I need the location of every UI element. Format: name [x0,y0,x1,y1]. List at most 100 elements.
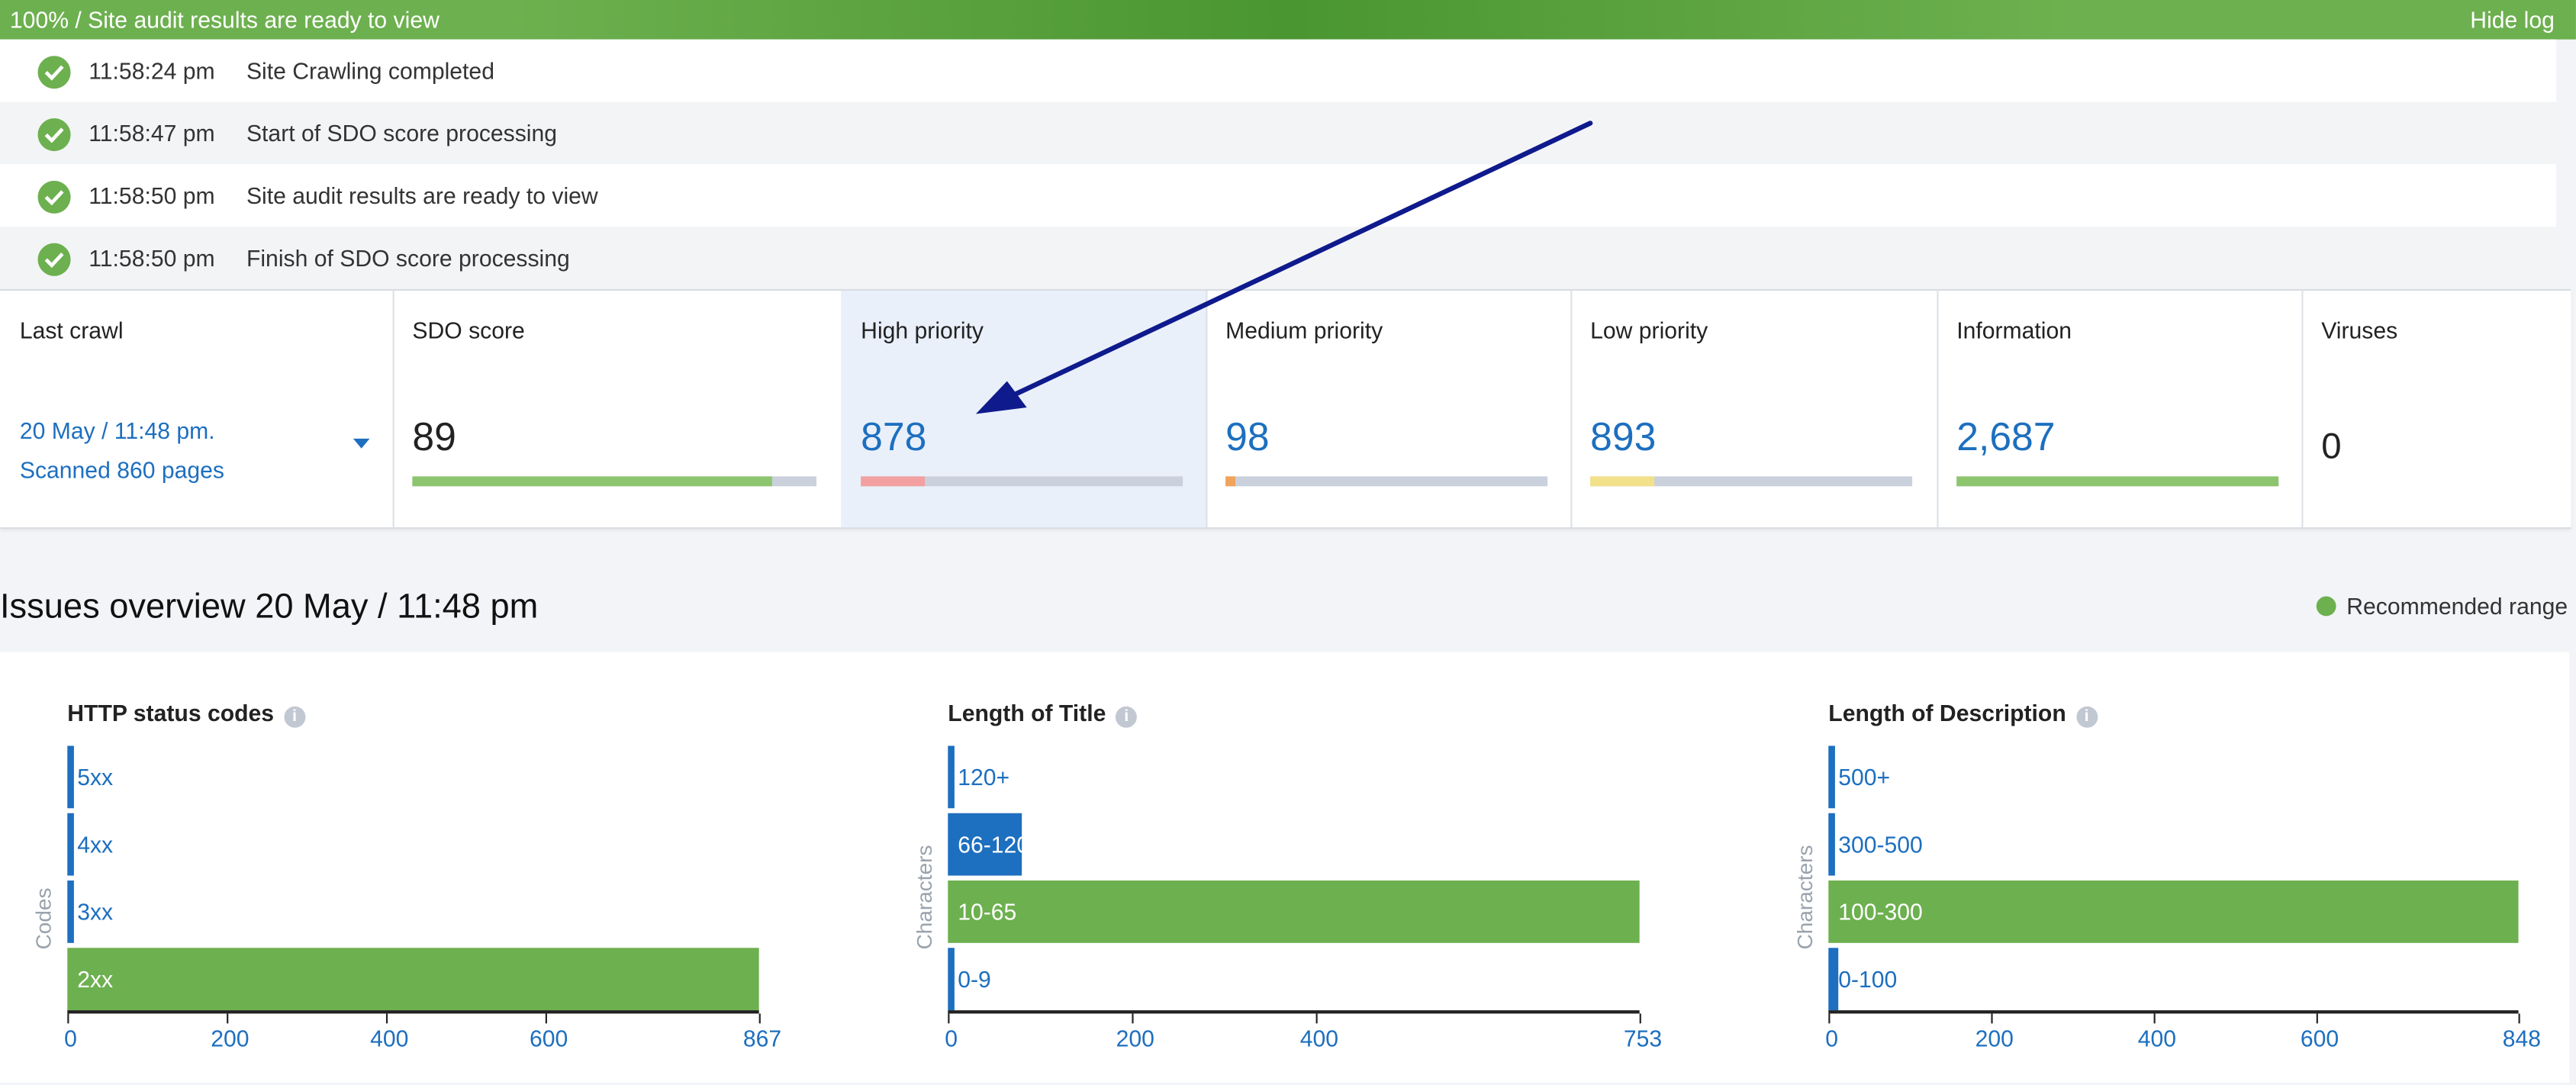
log-time: 11:58:50 pm [89,244,215,272]
x-axis [1828,1010,2519,1014]
x-tick [1639,1013,1641,1024]
y-axis-label: Characters [911,844,937,949]
bar-10-65[interactable]: 10-65 [948,881,1640,943]
viruses-value: 0 [2321,425,2342,467]
x-tick [758,1013,761,1024]
category-label: 3xx [77,898,114,926]
high-priority-bar [861,476,1183,487]
green-dot-icon [2317,596,2337,617]
check-icon [37,243,71,276]
category-label: 100-300 [1838,898,1923,926]
description-length-chart: Length of Description i Characters 500+ 300-… [1792,652,2541,1083]
progress-text: 100% / Site audit results are ready to v… [9,6,440,34]
x-tick-label: 400 [1299,1025,1339,1051]
sdo-score-cell[interactable]: SDO score 89 [393,291,843,528]
check-icon [37,56,71,89]
category-label: 0-100 [1838,965,1898,993]
x-tick-label: 200 [1975,1025,2014,1051]
bar-fill [67,745,74,809]
last-crawl-cell[interactable]: Last crawl 20 May / 11:48 pm. Scanned 86… [0,291,394,528]
category-label: 10-65 [958,898,1017,926]
x-tick [1132,1013,1134,1024]
medium-priority-bar [1225,476,1548,487]
bar-fill [67,948,759,1011]
information-cell[interactable]: Information 2,687 [1937,291,2304,528]
bar-2xx[interactable]: 2xx [67,948,759,1011]
log-row: 11:58:24 pm Site Crawling completed [0,40,2556,102]
log-message: Site audit results are ready to view [246,182,598,209]
x-tick-label: 200 [1116,1025,1154,1051]
viruses-label: Viruses [2321,317,2398,343]
bar-fill [67,881,74,943]
bar-0-9[interactable]: 0-9 [948,948,1639,1011]
x-tick [67,1013,69,1024]
info-icon[interactable]: i [2075,706,2098,728]
hide-log-button[interactable]: Hide log [2470,7,2555,33]
medium-priority-cell[interactable]: Medium priority 98 [1206,291,1573,528]
scanned-pages: Scanned 860 pages [19,456,225,483]
x-tick [545,1013,547,1024]
x-tick-label: 600 [529,1025,568,1051]
chart-title-text: HTTP status codes [67,700,275,726]
y-axis-label: Codes [31,887,56,949]
log-message: Site Crawling completed [246,57,494,84]
check-icon [37,180,71,214]
bar-fill [948,948,955,1011]
bar-66-120[interactable]: 66-120 [948,813,1639,876]
chart-title-text: Length of Title [948,700,1106,726]
http-status-chart: HTTP status codes i Codes 5xx 4xx 3xx 2xx 0 200 4… [31,652,781,1083]
bar-3xx[interactable]: 3xx [67,881,758,943]
x-tick-label: 0 [1825,1025,1838,1051]
medium-priority-value: 98 [1225,415,1270,460]
x-tick-label: 0 [945,1025,958,1051]
x-tick-label: 753 [1623,1025,1663,1051]
information-bar [1956,476,2279,487]
x-axis [67,1010,759,1014]
category-label: 300-500 [1838,831,1923,858]
low-priority-cell[interactable]: Low priority 893 [1570,291,1939,528]
crawl-log: 11:58:24 pm Site Crawling completed 11:5… [0,39,2557,289]
x-tick-label: 0 [64,1025,77,1051]
bar-100-300[interactable]: 100-300 [1828,881,2519,943]
x-tick-label: 200 [211,1025,250,1051]
x-tick-label: 600 [2300,1025,2339,1051]
last-crawl-date: 20 May / 11:48 pm. [19,417,215,444]
bar-500+[interactable]: 500+ [1828,745,2518,809]
category-label: 5xx [77,764,114,790]
sdo-score-value: 89 [412,415,456,460]
x-tick [1828,1013,1831,1024]
category-label: 0-9 [958,965,991,993]
chart-title: Length of Title i [948,700,1138,728]
bar-fill [1828,745,1835,809]
last-crawl-label: Last crawl [19,317,124,343]
bar-fill [948,881,1640,943]
info-icon[interactable]: i [283,706,305,728]
x-tick-label: 867 [742,1025,782,1051]
x-axis [948,1010,1640,1014]
category-label: 66-120 [958,831,1030,858]
stats-panel: Last crawl 20 May / 11:48 pm. Scanned 86… [0,288,2571,530]
caret-down-icon[interactable] [353,438,370,449]
x-tick [1315,1013,1318,1024]
bar-0-100[interactable]: 0-100 [1828,948,2518,1011]
sdo-score-label: SDO score [412,317,525,343]
x-tick [385,1013,388,1024]
bar-5xx[interactable]: 5xx [67,745,758,809]
high-priority-cell[interactable]: High priority 878 [841,291,1208,528]
x-tick [948,1013,950,1024]
information-value: 2,687 [1956,415,2056,460]
bar-4xx[interactable]: 4xx [67,813,758,876]
viruses-cell[interactable]: Viruses 0 [2301,291,2569,527]
log-row: 11:58:50 pm Site audit results are ready… [0,164,2556,227]
x-tick-label: 400 [370,1025,409,1051]
bar-120+[interactable]: 120+ [948,745,1639,809]
x-tick [2518,1013,2520,1024]
low-priority-bar [1590,476,1913,487]
info-icon[interactable]: i [1116,706,1138,728]
category-label: 120+ [958,764,1010,790]
bar-fill [67,813,74,876]
bar-fill [1828,813,1835,876]
bar-300-500[interactable]: 300-500 [1828,813,2518,876]
low-priority-label: Low priority [1590,317,1708,343]
category-label: 4xx [77,831,114,858]
